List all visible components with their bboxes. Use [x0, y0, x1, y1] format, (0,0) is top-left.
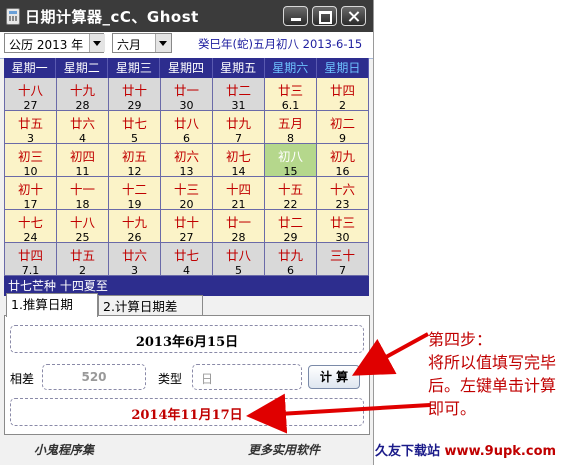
watermark-brand: 久友下载站 — [375, 444, 441, 459]
arrow-to-result — [246, 393, 431, 434]
watermark-url: www.9upk.com — [444, 444, 557, 459]
annotation-text: 第四步： 将所以值填写完毕 后。左键单击计算 即可。 — [428, 328, 578, 420]
annotation-line: 即可。 — [428, 399, 477, 418]
tab-calculate-date[interactable]: 1.推算日期 — [6, 293, 98, 317]
annotation-line: 将所以值填写完毕 — [428, 353, 557, 372]
watermark: 久友下载站 www.9upk.com — [375, 440, 556, 459]
annotation-line: 后。左键单击计算 — [428, 376, 557, 395]
arrow-to-calculate — [351, 332, 429, 376]
annotation-line: 第四步： — [428, 330, 493, 349]
